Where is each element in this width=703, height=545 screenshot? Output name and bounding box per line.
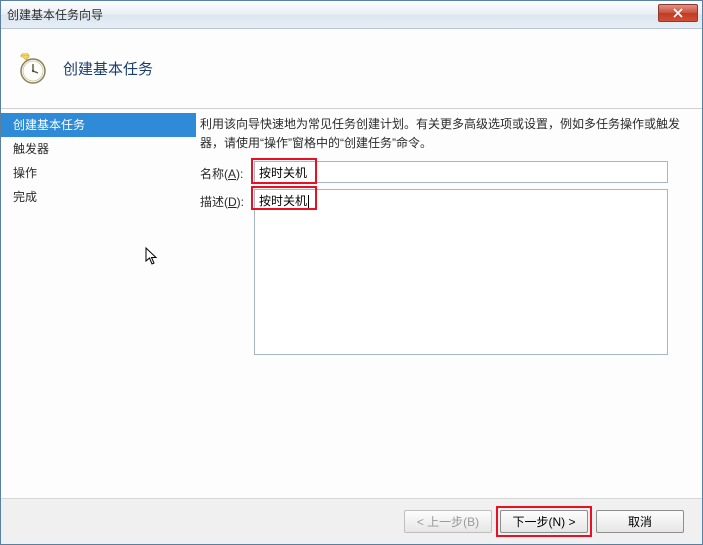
- cancel-button[interactable]: 取消: [596, 510, 684, 533]
- sidebar-item-create[interactable]: 创建基本任务: [1, 113, 196, 137]
- wizard-header: 创建基本任务: [1, 29, 702, 109]
- wizard-body: 创建基本任务 触发器 操作 完成 利用该向导快速地为常见任务创建计划。有关更多高…: [1, 109, 702, 498]
- description-input[interactable]: 按时关机: [254, 189, 668, 355]
- footer: < 上一步(B) 下一步(N) > 取消: [1, 498, 702, 544]
- back-button: < 上一步(B): [404, 510, 492, 533]
- sidebar: 创建基本任务 触发器 操作 完成: [1, 109, 196, 498]
- content-panel: 利用该向导快速地为常见任务创建计划。有关更多高级选项或设置，例如多任务操作或触发…: [196, 109, 702, 498]
- titlebar: 创建基本任务向导: [1, 1, 702, 29]
- sidebar-item-label: 完成: [13, 190, 37, 204]
- sidebar-item-action[interactable]: 操作: [1, 161, 196, 185]
- name-input[interactable]: [254, 161, 668, 183]
- sidebar-item-finish[interactable]: 完成: [1, 185, 196, 209]
- sidebar-item-label: 创建基本任务: [13, 118, 85, 132]
- name-row: 名称(A):: [200, 161, 688, 183]
- header-title: 创建基本任务: [63, 58, 153, 79]
- description-row: 描述(D): 按时关机: [200, 189, 688, 355]
- intro-text: 利用该向导快速地为常见任务创建计划。有关更多高级选项或设置，例如多任务操作或触发…: [200, 115, 688, 153]
- description-label: 描述(D):: [200, 189, 254, 210]
- name-label: 名称(A):: [200, 161, 254, 182]
- sidebar-item-label: 触发器: [13, 142, 49, 156]
- wizard-window: 创建基本任务向导 创建基本任务 创建基本任务 触发器 操作 完成: [0, 0, 703, 545]
- sidebar-item-trigger[interactable]: 触发器: [1, 137, 196, 161]
- clock-icon: [17, 53, 49, 85]
- text-caret: [308, 195, 309, 209]
- close-button[interactable]: [658, 4, 698, 22]
- window-title: 创建基本任务向导: [7, 6, 103, 23]
- next-button[interactable]: 下一步(N) >: [500, 510, 588, 533]
- sidebar-item-label: 操作: [13, 166, 37, 180]
- close-icon: [673, 8, 683, 18]
